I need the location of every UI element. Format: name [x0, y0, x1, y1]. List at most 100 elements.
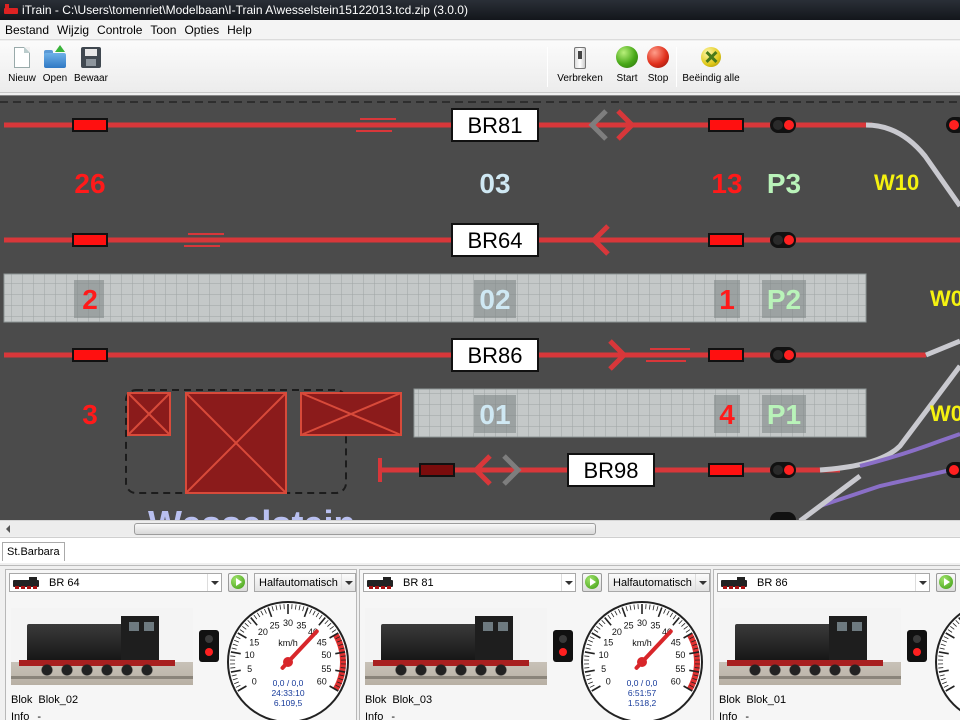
start-button[interactable]: Start: [614, 45, 640, 91]
menu-bestand[interactable]: Bestand: [0, 23, 53, 37]
train-label-br98-text: BR98: [583, 458, 638, 483]
speed-unit: km/h: [278, 638, 298, 648]
needle-hub: [283, 657, 293, 667]
loco-panel: BR 81 Halfautomatisch 0 5 10 15 20 25 30 35 40 45 50…: [359, 569, 711, 720]
switch-label-w0: W0: [930, 286, 960, 311]
loco-select[interactable]: BR 64: [9, 573, 222, 592]
loco-block-line: Blok Blok_02: [11, 694, 78, 706]
train-label-br86[interactable]: BR86: [451, 338, 539, 372]
dial-tick-label: 35: [650, 620, 660, 630]
loco-play-button[interactable]: [228, 573, 248, 592]
dial-tick-label: 55: [675, 664, 685, 674]
train-label-br64-text: BR64: [467, 228, 522, 253]
speedometer[interactable]: 0510152025 30 354045505560km/h0,0 / 0,06:5…: [578, 598, 706, 720]
dial-tick: [694, 655, 700, 657]
loco-select[interactable]: BR 86: [717, 573, 930, 592]
menu-help[interactable]: Help: [223, 23, 256, 37]
loco-mode-value: Halfautomatisch: [259, 576, 338, 589]
train-label-br81[interactable]: BR81: [451, 108, 539, 142]
dial-tick: [694, 667, 700, 669]
loco-signal-icon: [907, 630, 927, 662]
dial-tick: [340, 655, 346, 657]
info-value: -: [391, 711, 396, 720]
save-disk-icon: [79, 45, 103, 71]
block-id-01: 01: [479, 399, 510, 430]
loco-icon: [367, 576, 397, 589]
itrain-window: iTrain - C:\Users\tomenriet\Modelbaan\I-…: [0, 0, 960, 720]
loco-play-button[interactable]: [582, 573, 602, 592]
switch-track-lower: [798, 474, 862, 520]
stop-button[interactable]: Stop: [645, 45, 671, 91]
track-horizontal-scrollbar[interactable]: [0, 520, 960, 536]
track-layout[interactable]: BR81 BR64 BR86 BR98 26 2 3 03 02 01 13 1…: [0, 96, 960, 520]
switch-track-purple: [859, 432, 960, 468]
train-label-br64[interactable]: BR64: [451, 223, 539, 257]
running-time: 24:33:10: [271, 688, 304, 698]
stop-button-label: Stop: [647, 73, 669, 84]
dial-tick-label: 10: [245, 650, 255, 660]
dial-tick-label: 35: [296, 620, 306, 630]
loco-photo: [719, 608, 901, 685]
block-label: Blok: [365, 694, 387, 706]
switch-track-w0: [925, 338, 960, 358]
dial-tick: [230, 655, 236, 657]
loco-select[interactable]: BR 81: [363, 573, 576, 592]
speedometer[interactable]: 0510152025 30 354045505560km/h0,0 / 0,024:…: [224, 598, 352, 720]
chevron-down-icon[interactable]: [561, 574, 575, 591]
loco-mode-select[interactable]: Halfautomatisch: [254, 573, 356, 592]
new-button[interactable]: Nieuw: [6, 45, 38, 91]
loco-play-button[interactable]: [936, 573, 956, 592]
block-label: Blok: [11, 694, 33, 706]
switch-label-w10: W10: [874, 170, 919, 195]
menu-opties[interactable]: Opties: [180, 23, 223, 37]
tab-st-barbara[interactable]: St.Barbara: [2, 542, 65, 561]
block-counter-1: 1: [719, 284, 735, 315]
toolbar-separator: [547, 47, 548, 87]
train-label-br98[interactable]: BR98: [567, 453, 655, 487]
info-label: Info: [719, 711, 738, 720]
cancel-x-icon: [699, 45, 723, 71]
odometer: 1.518,2: [628, 698, 657, 708]
chevron-down-icon[interactable]: [915, 574, 929, 591]
scroll-left-arrow-icon[interactable]: [6, 525, 10, 533]
menu-wijzig[interactable]: Wijzig: [53, 23, 93, 37]
speedometer-dial: [935, 612, 960, 712]
dial-tick-label: 60: [671, 677, 681, 687]
block-counter-4: 4: [719, 399, 735, 430]
loco-block-line: Blok Blok_01: [719, 694, 786, 706]
red-ball-icon: [646, 45, 670, 71]
chevron-down-icon[interactable]: [695, 574, 709, 591]
platform-label-p1: P1: [767, 399, 801, 430]
block-id-03: 03: [479, 168, 510, 199]
speedometer[interactable]: km/h: [932, 598, 960, 720]
needle-hub: [637, 657, 647, 667]
menu-controle[interactable]: Controle: [93, 23, 146, 37]
scrollbar-thumb[interactable]: [134, 523, 596, 535]
dial-tick-label: 25: [624, 620, 634, 630]
loco-control-area: BR 64 Halfautomatisch 0 5 10 15 20 25 30 35 40 45 50…: [0, 565, 960, 720]
loco-info-line: Info -: [719, 711, 749, 720]
open-button[interactable]: Open: [40, 45, 70, 91]
dial-tick: [230, 667, 236, 669]
disconnect-button[interactable]: Verbreken: [555, 45, 605, 91]
block-counter-26: 26: [74, 168, 105, 199]
start-button-label: Start: [616, 73, 638, 84]
menu-toon[interactable]: Toon: [146, 23, 180, 37]
loco-icon: [13, 576, 43, 589]
station-building: [125, 389, 402, 494]
track-layout-panel[interactable]: BR81 BR64 BR86 BR98 26 2 3 03 02 01 13 1…: [0, 95, 960, 520]
block-label: Blok: [719, 694, 741, 706]
speed-readout: 0,0 / 0,0: [627, 678, 658, 688]
chevron-down-icon[interactable]: [207, 574, 221, 591]
train-label-br81-text: BR81: [467, 113, 522, 138]
dial-tick-label: 30: [283, 618, 293, 628]
chevron-down-icon[interactable]: [341, 574, 355, 591]
loco-photo: [11, 608, 193, 685]
block-value: Blok_03: [392, 694, 433, 706]
end-all-button[interactable]: Beëindig alle: [682, 45, 740, 91]
open-folder-icon: [43, 45, 67, 71]
title-bar: iTrain - C:\Users\tomenriet\Modelbaan\I-…: [0, 0, 960, 20]
switch-icon: [568, 45, 592, 71]
loco-mode-select[interactable]: Halfautomatisch: [608, 573, 710, 592]
save-button[interactable]: Bewaar: [73, 45, 109, 91]
